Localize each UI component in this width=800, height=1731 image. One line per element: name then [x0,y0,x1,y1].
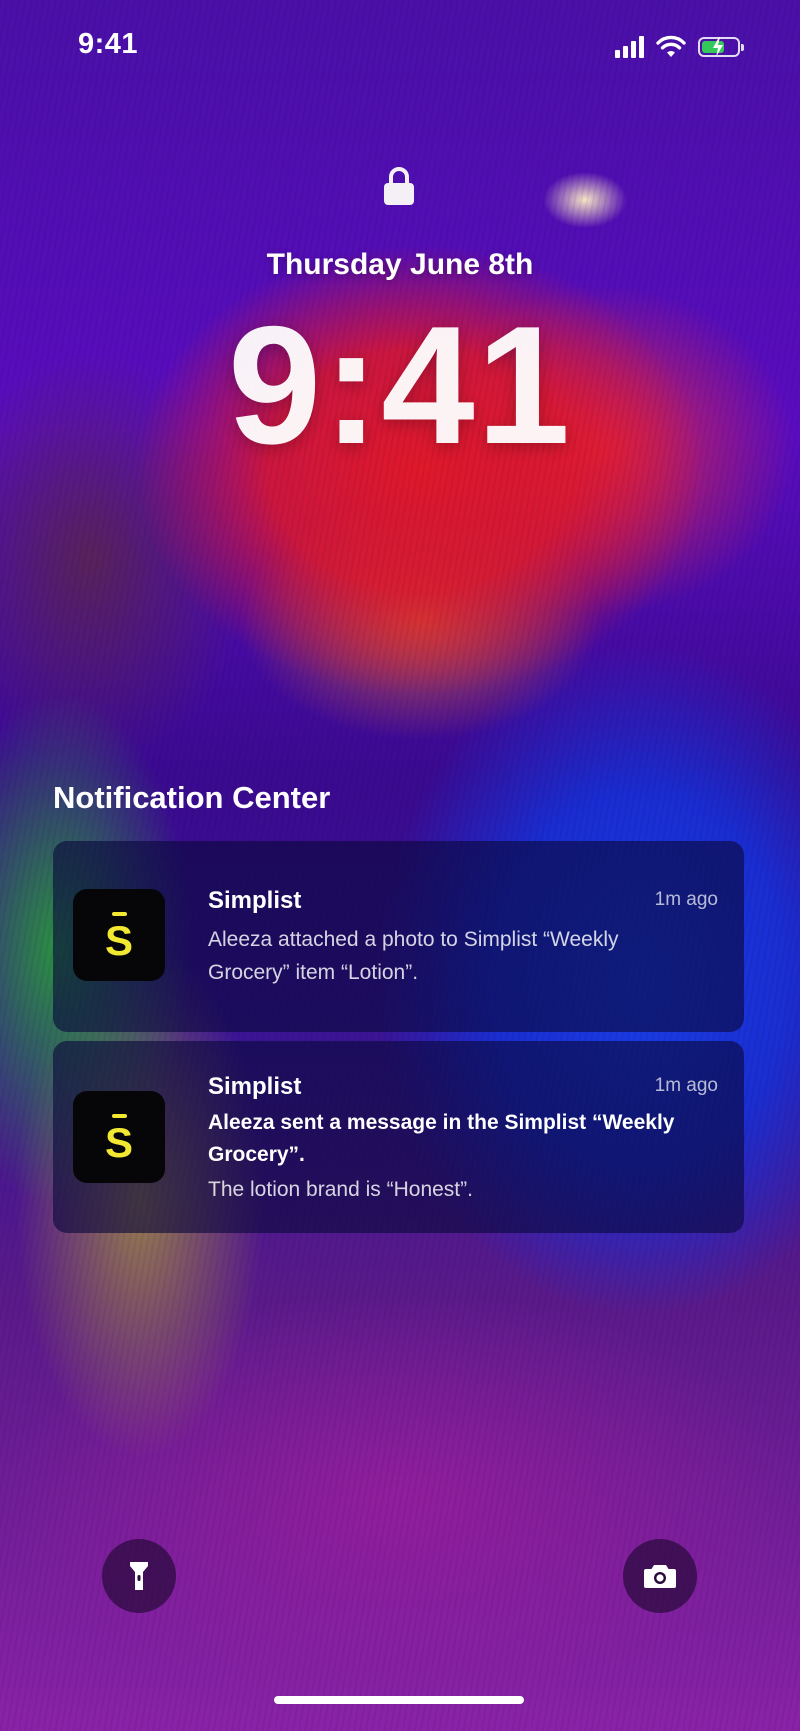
notification-message: Aleeza attached a photo to Simplist “Wee… [208,928,619,984]
status-bar-icons [615,34,744,60]
camera-icon [644,1565,676,1588]
notification-headline: Aleeza sent a message in the Simplist “W… [208,1111,675,1166]
notification-card[interactable]: S Simplist 1m ago Aleeza attached a phot… [53,841,744,1032]
simplist-app-icon: S [73,889,165,981]
notification-time: 1m ago [654,1075,718,1096]
notification-card[interactable]: S Simplist 1m ago Aleeza sent a message … [53,1041,744,1233]
battery-charging-icon [698,37,744,57]
lock-screen-date: Thursday June 8th [266,248,534,281]
notification-message: The lotion brand is “Honest”. [208,1178,473,1201]
status-bar-time: 9:41 [78,28,139,60]
notification-app-name: Simplist [208,1073,302,1100]
flashlight-button[interactable] [102,1539,176,1613]
simplist-app-icon: S [73,1091,165,1183]
notification-time: 1m ago [654,889,718,910]
camera-button[interactable] [623,1539,697,1613]
notification-center-title: Notification Center [53,780,331,815]
cellular-signal-icon [615,36,644,58]
home-indicator[interactable] [274,1696,524,1704]
notification-app-name: Simplist [208,887,302,914]
flashlight-icon [130,1562,148,1590]
lock-screen-clock: 9:41 [227,291,573,479]
wifi-icon [656,35,686,57]
lock-icon [384,167,414,205]
